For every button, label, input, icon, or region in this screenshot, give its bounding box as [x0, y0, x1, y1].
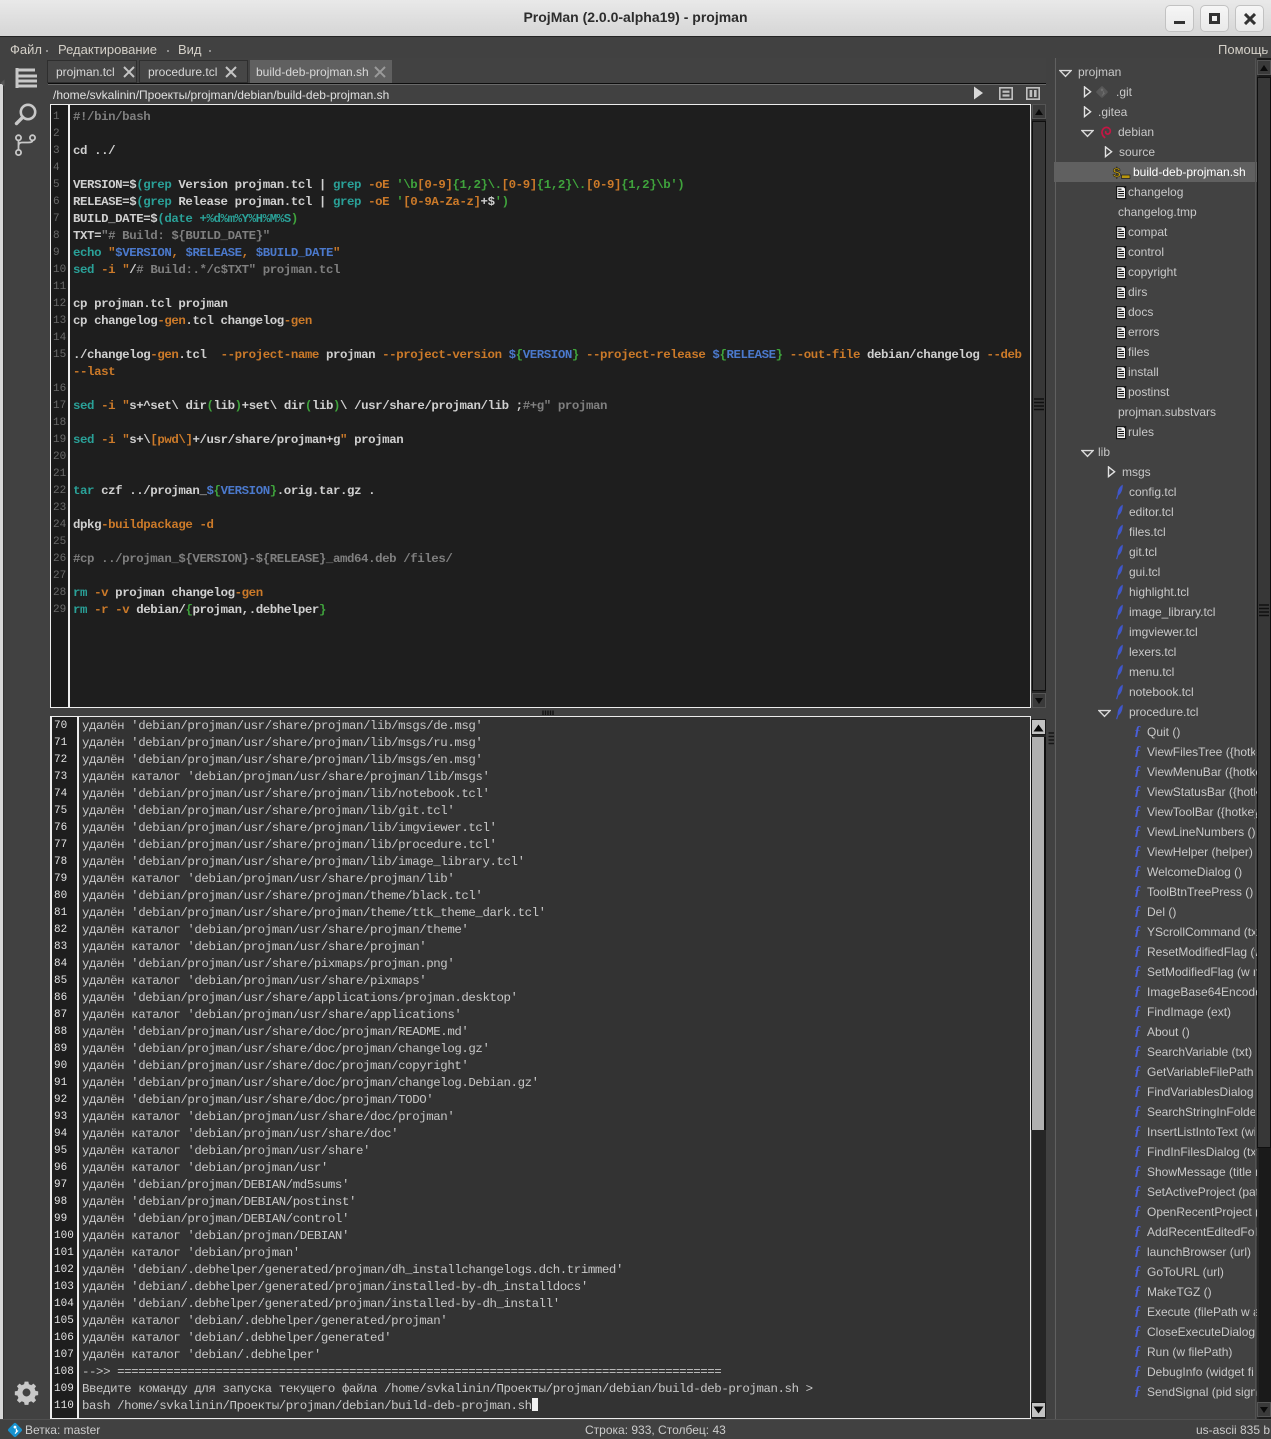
svg-text:$: $ [1113, 166, 1121, 181]
